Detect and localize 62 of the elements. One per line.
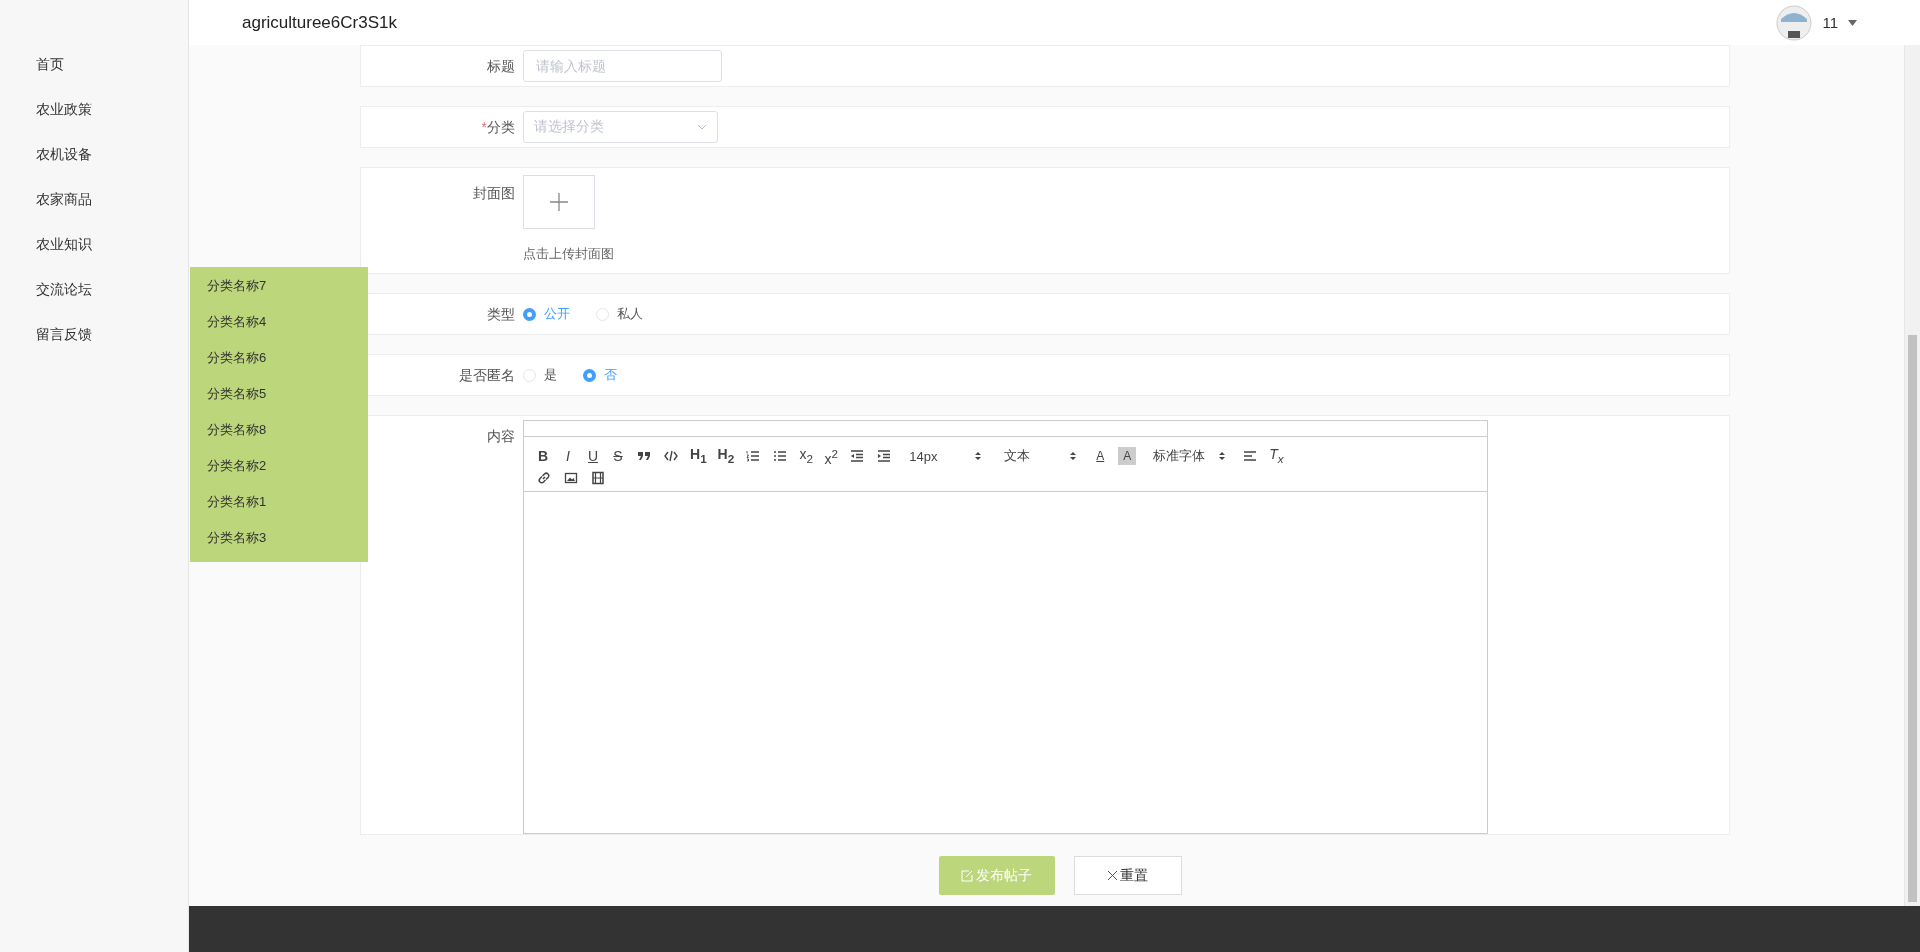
sidebar-item[interactable]: 交流论坛	[0, 275, 188, 320]
site-title: agriculturee6Cr3S1k	[242, 12, 397, 33]
toolbar-select[interactable]: 14px	[909, 448, 982, 464]
format-button[interactable]: S	[611, 447, 625, 466]
plus-icon	[549, 192, 569, 212]
image-icon[interactable]	[564, 470, 578, 485]
scrollbar[interactable]	[1904, 45, 1920, 906]
sidebar-item[interactable]: 农机设备	[0, 140, 188, 185]
field-label: 是否匿名	[458, 366, 516, 385]
field-label: 类型	[486, 305, 516, 324]
format-button[interactable]: U	[586, 447, 600, 466]
sidebar-item[interactable]: 农业政策	[0, 95, 188, 140]
format-button[interactable]: H$_{2}$	[717, 445, 735, 468]
sidebar-item[interactable]: 农业知识	[0, 230, 188, 275]
align-icon[interactable]	[1243, 449, 1258, 464]
format-button[interactable]: I	[561, 447, 575, 466]
reset-button[interactable]: 重置	[1073, 856, 1182, 895]
category-item[interactable]: 分类名称5	[190, 378, 368, 414]
field-label: 标题	[486, 57, 516, 76]
category-item[interactable]: 分类名称4	[190, 306, 368, 342]
format-button[interactable]: B	[536, 447, 550, 466]
format-button[interactable]: A	[1093, 447, 1108, 466]
user-name[interactable]: 11	[1822, 14, 1838, 31]
indent-icon[interactable]	[877, 449, 892, 464]
chevron-down-icon	[697, 124, 707, 130]
category-item[interactable]: 分类名称6	[190, 342, 368, 378]
field-label: 封面图	[472, 184, 516, 203]
field-label: *分类	[480, 118, 516, 137]
radio-option[interactable]: 是	[523, 366, 557, 384]
format-button[interactable]: x$_{2}$	[799, 445, 814, 468]
category-item[interactable]: 分类名称1	[190, 486, 368, 522]
toolbar-select[interactable]: 文本	[1004, 447, 1077, 466]
close-icon	[1107, 870, 1118, 881]
radio-option[interactable]: 私人	[596, 305, 643, 323]
avatar-icon[interactable]	[1776, 4, 1813, 41]
video-icon[interactable]	[591, 470, 605, 485]
sidebar-item[interactable]: 首页	[0, 50, 188, 95]
category-item[interactable]: 分类名称8	[190, 414, 368, 450]
format-button[interactable]: x$^{2}$	[824, 445, 839, 468]
category-item[interactable]: 分类名称3	[190, 522, 368, 558]
upload-hint: 点击上传封面图	[523, 245, 614, 263]
edit-icon	[961, 869, 974, 882]
outdent-icon[interactable]	[850, 449, 865, 464]
updown-arrows-icon	[1070, 451, 1077, 462]
updown-arrows-icon	[1219, 451, 1226, 462]
category-item[interactable]: 分类名称7	[190, 270, 368, 306]
format-button[interactable]: H$_{1}$	[690, 445, 707, 468]
list-icon[interactable]	[773, 449, 788, 464]
toolbar-select[interactable]: 标准字体	[1153, 447, 1226, 466]
list-icon[interactable]	[746, 449, 761, 464]
rich-text-editor[interactable]: B I U S H$_{1}$ H$_{2}$ x$_{2}$ x$^{2}$ 14px 文本 A A 标准字体 T$_{x}$	[523, 420, 1488, 834]
title-input[interactable]: 请输入标题	[523, 50, 722, 82]
caret-icon[interactable]	[1848, 19, 1857, 26]
sidebar-item[interactable]: 农家商品	[0, 185, 188, 230]
category-item[interactable]: 分类名称2	[190, 450, 368, 486]
link-icon[interactable]	[537, 470, 551, 485]
format-button[interactable]: T$_{x}$	[1269, 445, 1284, 468]
format-button[interactable]: A	[1118, 447, 1137, 466]
sidebar-item[interactable]: 留言反馈	[0, 320, 188, 365]
updown-arrows-icon	[975, 451, 982, 462]
code-icon[interactable]	[664, 449, 678, 464]
field-label: 内容	[486, 427, 516, 446]
